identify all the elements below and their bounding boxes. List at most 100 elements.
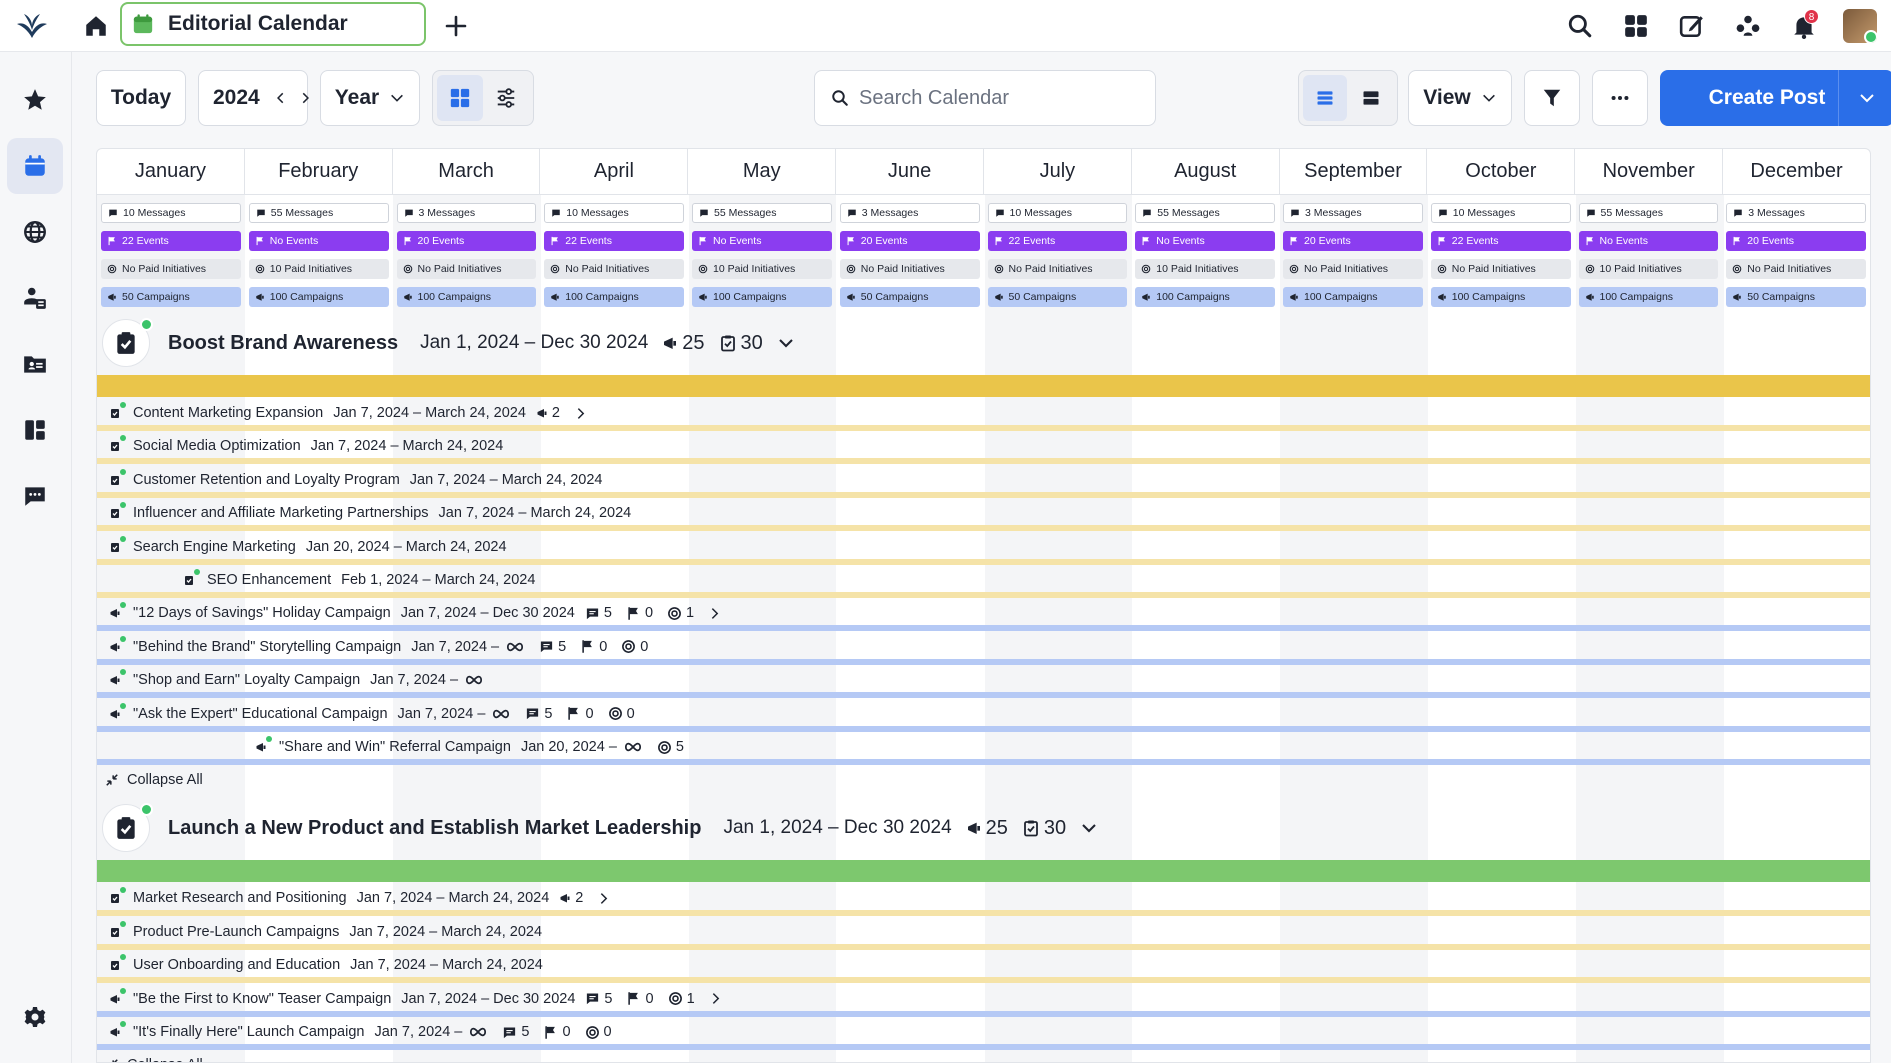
messages-chip[interactable]: 55 Messages <box>248 203 389 223</box>
events-chip[interactable]: No Events <box>692 231 832 251</box>
events-chip[interactable]: No Events <box>1135 231 1275 251</box>
messages-chip[interactable]: 55 Messages <box>1578 203 1719 223</box>
sidebar-dashboard-icon[interactable] <box>7 402 63 458</box>
goal-timeline-bar[interactable] <box>97 375 1870 397</box>
expand-chevron-down-icon[interactable] <box>777 334 795 352</box>
collapse-all-button[interactable]: Collapse All <box>105 772 203 788</box>
home-icon[interactable] <box>80 10 112 42</box>
initiative-row[interactable]: Customer Retention and Loyalty Program Ja… <box>97 464 1870 498</box>
grid-view-icon[interactable] <box>437 75 483 121</box>
chevron-right-icon[interactable] <box>708 607 721 620</box>
events-chip[interactable]: 20 Events <box>839 231 980 251</box>
campaigns-chip[interactable]: 100 Campaigns <box>1578 287 1719 307</box>
paid-chip[interactable]: No Paid Initiatives <box>1430 259 1571 279</box>
collapse-all-button[interactable]: Collapse All <box>105 1057 203 1062</box>
search-calendar-input[interactable] <box>859 86 1129 110</box>
initiative-row[interactable]: SEO Enhancement Feb 1, 2024 – March 24, 2… <box>97 564 1870 598</box>
campaigns-chip[interactable]: 100 Campaigns <box>1430 287 1571 307</box>
events-chip[interactable]: 22 Events <box>1430 231 1571 251</box>
campaign-row[interactable]: "Ask the Expert" Educational Campaign Jan… <box>97 698 1870 732</box>
user-avatar[interactable] <box>1843 9 1877 43</box>
campaigns-chip[interactable]: 100 Campaigns <box>1135 287 1275 307</box>
events-chip[interactable]: No Events <box>1578 231 1719 251</box>
campaigns-chip[interactable]: 100 Campaigns <box>248 287 389 307</box>
paid-chip[interactable]: No Paid Initiatives <box>987 259 1128 279</box>
goal-timeline-bar[interactable] <box>97 860 1870 883</box>
campaign-row[interactable]: "12 Days of Savings" Holiday Campaign Jan… <box>97 597 1870 632</box>
initiative-row[interactable]: User Onboarding and Education Jan 7, 2024… <box>97 949 1870 984</box>
messages-chip[interactable]: 3 Messages <box>396 203 537 223</box>
campaigns-chip[interactable]: 50 Campaigns <box>101 287 241 307</box>
today-button[interactable]: Today <box>96 70 186 126</box>
events-chip[interactable]: 22 Events <box>101 231 241 251</box>
sidebar-messages-icon[interactable] <box>7 468 63 524</box>
events-chip[interactable]: 22 Events <box>987 231 1128 251</box>
messages-chip[interactable]: 3 Messages <box>1283 203 1423 223</box>
campaigns-chip[interactable]: 100 Campaigns <box>396 287 537 307</box>
campaign-row[interactable]: "Share and Win" Referral Campaign Jan 20,… <box>97 731 1870 765</box>
events-chip[interactable]: 20 Events <box>396 231 537 251</box>
campaigns-chip[interactable]: 50 Campaigns <box>839 287 980 307</box>
messages-chip[interactable]: 55 Messages <box>692 203 832 223</box>
goal-icon[interactable] <box>102 318 153 367</box>
compact-view-icon[interactable] <box>1349 75 1393 121</box>
next-year-chevron-icon[interactable] <box>298 91 312 105</box>
sidebar-calendar-icon[interactable] <box>7 138 63 194</box>
messages-chip[interactable]: 55 Messages <box>1135 203 1275 223</box>
filter-funnel-icon[interactable] <box>1524 70 1580 126</box>
initiative-row[interactable]: Search Engine Marketing Jan 20, 2024 – Ma… <box>97 531 1870 565</box>
paid-chip[interactable]: No Paid Initiatives <box>1726 259 1866 279</box>
events-chip[interactable]: 22 Events <box>544 231 684 251</box>
campaign-row[interactable]: "Shop and Earn" Loyalty Campaign Jan 7, 2… <box>97 664 1870 699</box>
create-post-dropdown[interactable] <box>1838 70 1891 126</box>
add-tab-button[interactable] <box>440 10 472 42</box>
expand-chevron-down-icon[interactable] <box>1080 819 1098 837</box>
app-tab-editorial-calendar[interactable]: Editorial Calendar <box>120 2 426 46</box>
sidebar-favorites-star-icon[interactable] <box>7 72 63 128</box>
paid-chip[interactable]: No Paid Initiatives <box>839 259 980 279</box>
chevron-right-icon[interactable] <box>709 992 722 1005</box>
messages-chip[interactable]: 10 Messages <box>101 203 241 223</box>
sidebar-globe-icon[interactable] <box>7 204 63 260</box>
search-icon[interactable] <box>1563 9 1597 43</box>
chevron-right-icon[interactable] <box>597 892 610 905</box>
view-select[interactable]: View <box>1408 70 1512 126</box>
paid-chip[interactable]: No Paid Initiatives <box>1283 259 1423 279</box>
goal-icon[interactable] <box>102 803 153 853</box>
compose-icon[interactable] <box>1675 9 1709 43</box>
paid-chip[interactable]: No Paid Initiatives <box>396 259 537 279</box>
initiative-row[interactable]: Social Media Optimization Jan 7, 2024 – M… <box>97 430 1870 465</box>
messages-chip[interactable]: 3 Messages <box>1726 203 1866 223</box>
paid-chip[interactable]: No Paid Initiatives <box>101 259 241 279</box>
messages-chip[interactable]: 10 Messages <box>544 203 684 223</box>
apps-grid-icon[interactable] <box>1619 9 1653 43</box>
campaigns-chip[interactable]: 100 Campaigns <box>692 287 832 307</box>
community-icon[interactable] <box>1731 9 1765 43</box>
events-chip[interactable]: 20 Events <box>1283 231 1423 251</box>
more-options-icon[interactable] <box>1592 70 1648 126</box>
campaign-row[interactable]: "Behind the Brand" Storytelling Campaign… <box>97 631 1870 665</box>
campaign-row[interactable]: "Be the First to Know" Teaser Campaign Ja… <box>97 983 1870 1017</box>
range-select[interactable]: Year <box>320 70 420 126</box>
search-calendar-field[interactable] <box>814 70 1156 126</box>
chevron-right-icon[interactable] <box>574 407 587 420</box>
paid-chip[interactable]: 10 Paid Initiatives <box>1578 259 1719 279</box>
events-chip[interactable]: 20 Events <box>1726 231 1866 251</box>
paid-chip[interactable]: 10 Paid Initiatives <box>692 259 832 279</box>
campaigns-chip[interactable]: 100 Campaigns <box>1283 287 1423 307</box>
paid-chip[interactable]: No Paid Initiatives <box>544 259 684 279</box>
sidebar-settings-gear-icon[interactable] <box>7 989 63 1045</box>
notifications-bell-icon[interactable]: 8 <box>1787 9 1821 43</box>
events-chip[interactable]: No Events <box>248 231 389 251</box>
sidebar-audience-icon[interactable] <box>7 270 63 326</box>
list-view-icon[interactable] <box>1303 75 1347 121</box>
paid-chip[interactable]: 10 Paid Initiatives <box>248 259 389 279</box>
previous-year-chevron-icon[interactable] <box>274 91 288 105</box>
messages-chip[interactable]: 10 Messages <box>1430 203 1571 223</box>
sidebar-contacts-folder-icon[interactable] <box>7 336 63 392</box>
initiative-row[interactable]: Content Marketing Expansion Jan 7, 2024 –… <box>97 397 1870 431</box>
messages-chip[interactable]: 10 Messages <box>987 203 1128 223</box>
messages-chip[interactable]: 3 Messages <box>839 203 980 223</box>
app-logo-icon[interactable] <box>14 8 50 44</box>
campaign-row[interactable]: "It's Finally Here" Launch Campaign Jan 7… <box>97 1016 1870 1050</box>
